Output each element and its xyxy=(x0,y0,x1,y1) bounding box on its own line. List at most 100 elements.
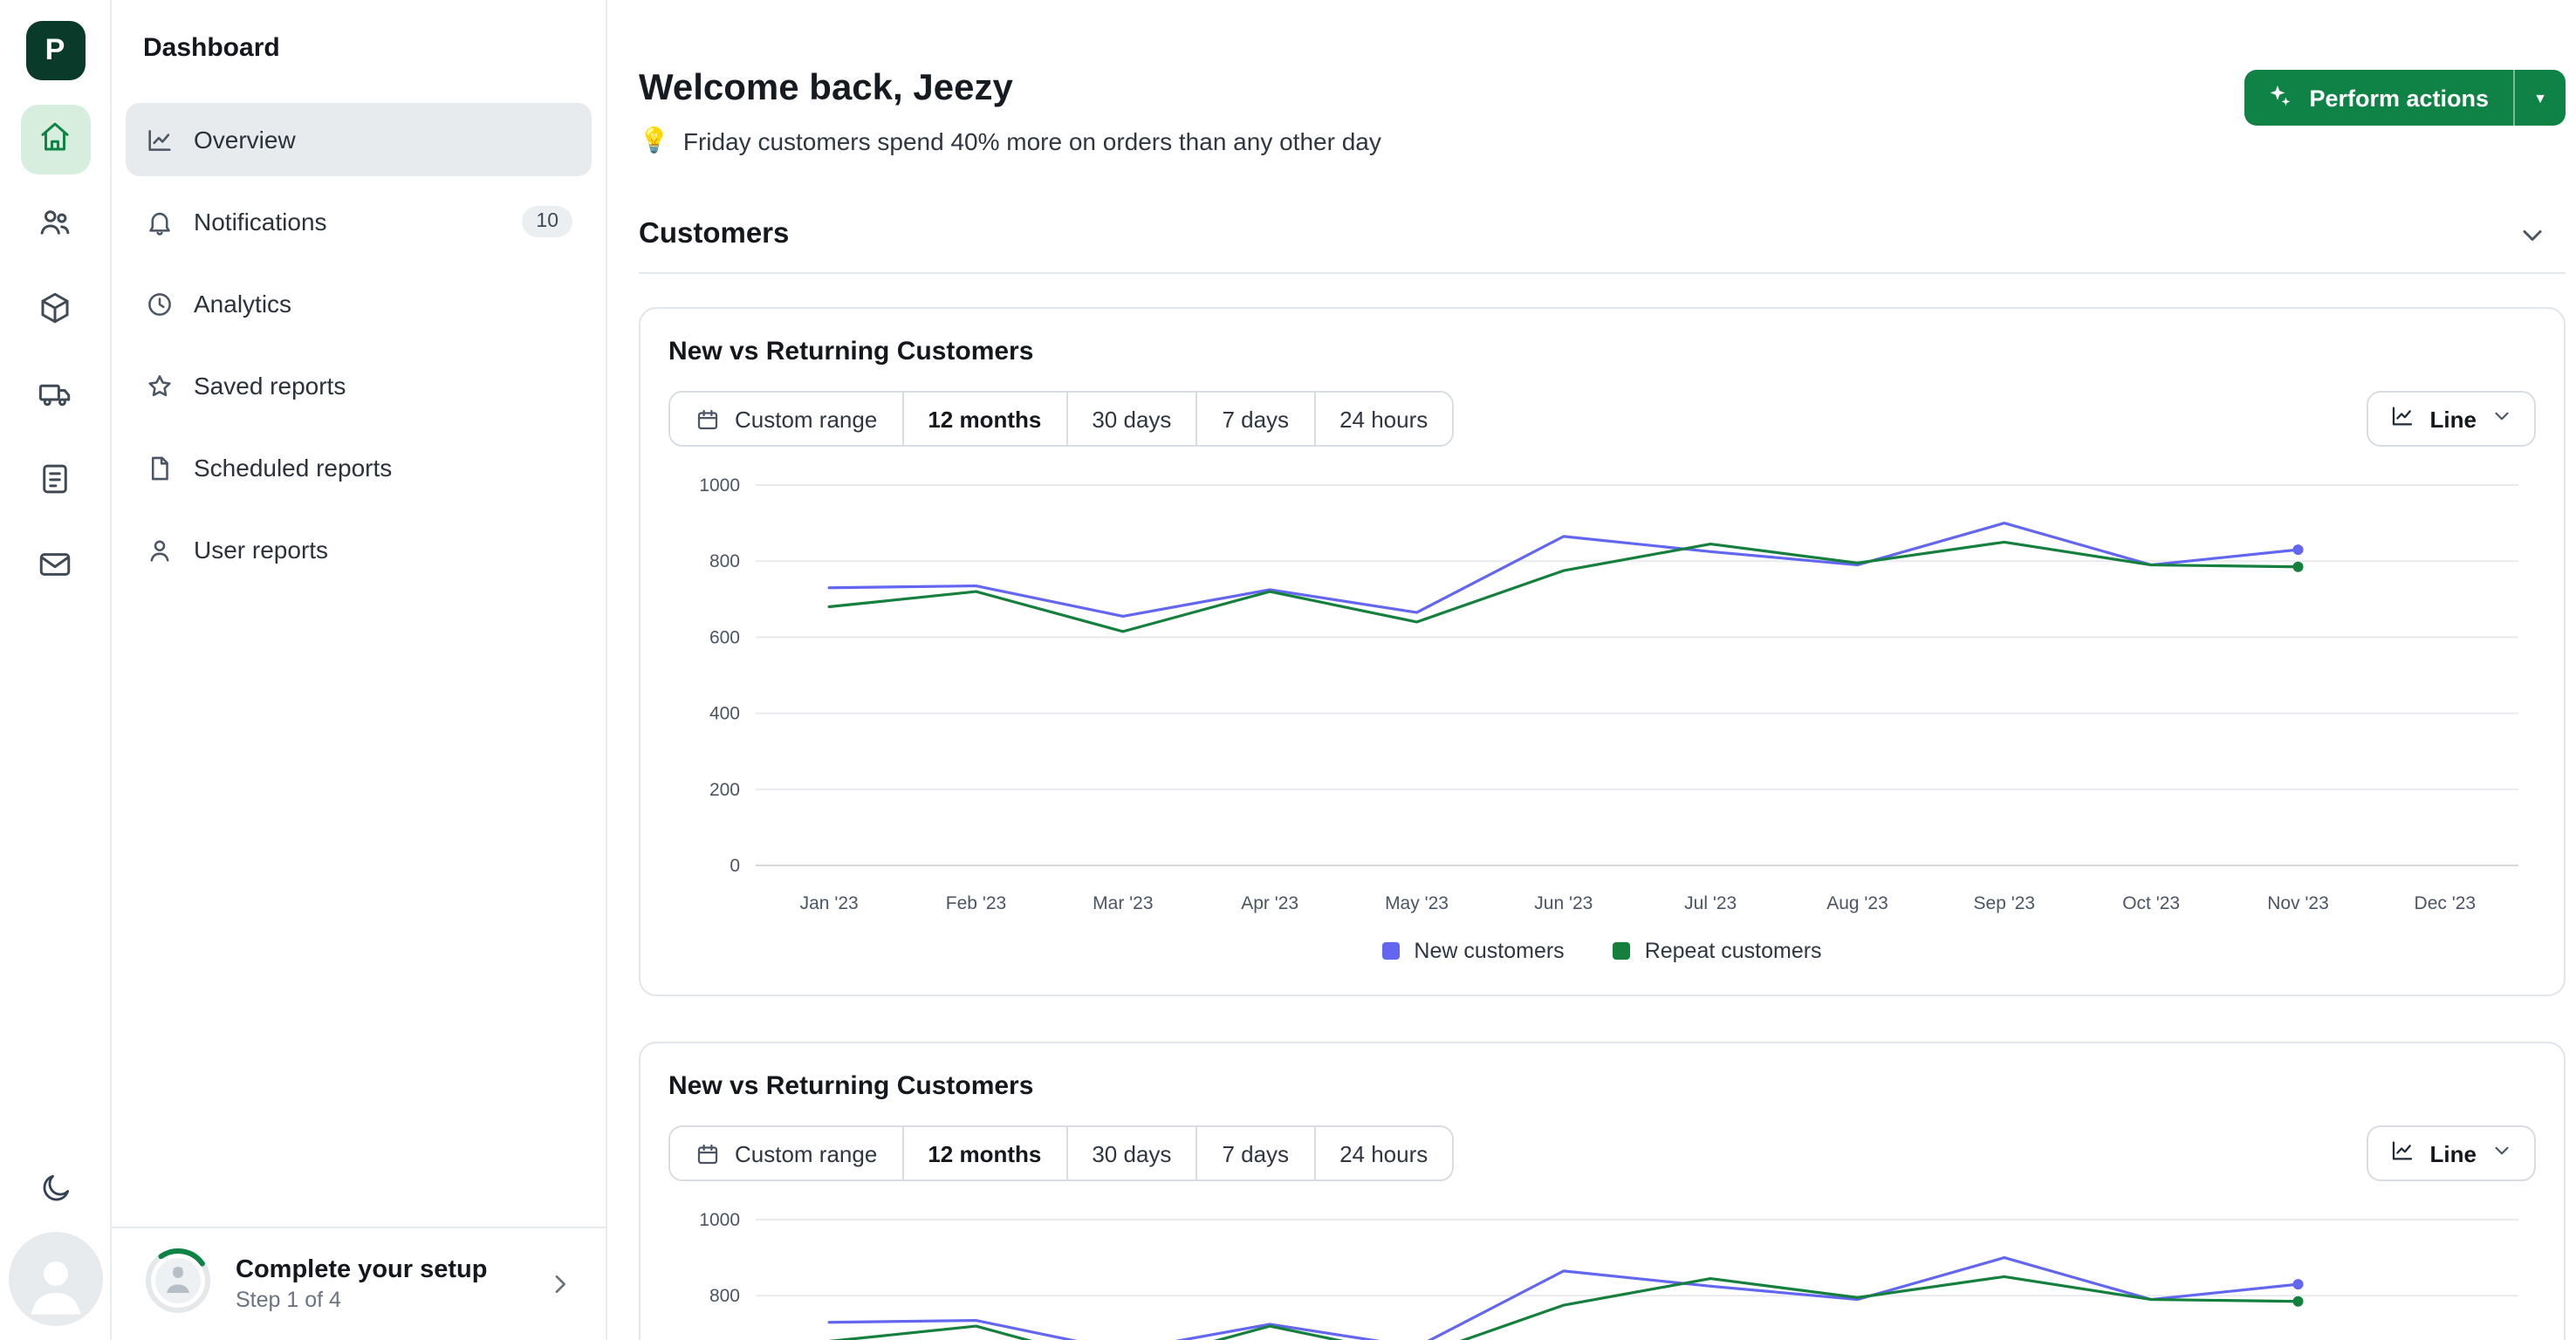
chevron-down-icon[interactable] xyxy=(2517,219,2548,250)
rail-item-messages[interactable] xyxy=(20,532,90,602)
sidebar-item-label: Overview xyxy=(194,126,296,154)
legend-swatch xyxy=(1382,942,1400,960)
perform-actions-split-button: Perform actions ▼ xyxy=(2244,70,2566,126)
range-label: 12 months xyxy=(928,1140,1041,1166)
chart-type-select[interactable]: Line xyxy=(2367,1125,2536,1181)
sidebar-item-saved-reports[interactable]: Saved reports xyxy=(126,349,592,422)
line-chart: 02004006008001000Jan '23Feb '23Mar '23Ap… xyxy=(668,1199,2543,1340)
chart-type-select[interactable]: Line xyxy=(2367,391,2536,447)
rail-bottom xyxy=(0,1169,110,1326)
caret-down-icon: ▼ xyxy=(2533,90,2547,106)
svg-text:Mar '23: Mar '23 xyxy=(1093,893,1153,913)
range-label: 24 hours xyxy=(1339,1140,1428,1166)
insight-tip-text: Friday customers spend 40% more on order… xyxy=(683,126,1381,154)
setup-progress-card[interactable]: Complete your setup Step 1 of 4 xyxy=(112,1227,606,1340)
clock-icon xyxy=(145,289,175,318)
lightbulb-emoji: 💡 xyxy=(639,126,669,155)
chart-line-icon xyxy=(2390,403,2416,434)
sidebar-item-label: Scheduled reports xyxy=(194,454,392,482)
svg-text:May '23: May '23 xyxy=(1385,893,1449,913)
perform-actions-button[interactable]: Perform actions xyxy=(2244,70,2513,126)
chart-line-icon xyxy=(2390,1138,2416,1169)
app-logo[interactable]: P xyxy=(25,21,85,80)
card-controls: Custom range 12 months 30 days 7 days 24… xyxy=(668,1125,2536,1181)
rail-item-home[interactable] xyxy=(20,105,90,174)
rail-nav xyxy=(20,105,90,602)
calendar-icon xyxy=(695,1140,721,1166)
file-icon xyxy=(145,453,175,482)
calendar-icon xyxy=(695,406,721,432)
chevron-down-icon xyxy=(2490,405,2513,433)
page-title: Welcome back, Jeezy xyxy=(639,66,1381,110)
sidebar-item-label: Analytics xyxy=(194,290,291,318)
card-title: New vs Returning Customers xyxy=(668,1071,2536,1101)
sidebar-item-scheduled-reports[interactable]: Scheduled reports xyxy=(126,431,592,504)
svg-text:1000: 1000 xyxy=(699,1210,740,1230)
range-custom[interactable]: Custom range xyxy=(670,393,903,445)
star-icon xyxy=(145,371,175,400)
sidebar-item-label: User reports xyxy=(194,536,328,564)
notes-icon xyxy=(37,461,73,502)
setup-step: Step 1 of 4 xyxy=(236,1288,487,1312)
sidebar-item-overview[interactable]: Overview xyxy=(126,103,592,176)
notifications-count-badge: 10 xyxy=(522,206,572,237)
sidebar-item-analytics[interactable]: Analytics xyxy=(126,267,592,340)
svg-text:Feb '23: Feb '23 xyxy=(946,893,1006,913)
range-custom[interactable]: Custom range xyxy=(670,1127,903,1179)
setup-texts: Complete your setup Step 1 of 4 xyxy=(236,1256,487,1312)
chevron-down-icon xyxy=(2490,1139,2513,1167)
sidebar-title: Dashboard xyxy=(112,0,606,63)
setup-progress-ring xyxy=(143,1245,213,1323)
svg-text:Nov '23: Nov '23 xyxy=(2267,893,2329,913)
chart-line-icon xyxy=(145,125,175,154)
perform-actions-dropdown[interactable]: ▼ xyxy=(2513,70,2566,126)
insight-tip: 💡 Friday customers spend 40% more on ord… xyxy=(639,126,1381,155)
app-window: P xyxy=(0,0,2576,1340)
range-12-months[interactable]: 12 months xyxy=(903,393,1067,445)
svg-text:400: 400 xyxy=(709,704,740,724)
dark-mode-toggle[interactable] xyxy=(34,1169,76,1211)
date-range-control: Custom range 12 months 30 days 7 days 24… xyxy=(668,1125,1454,1181)
svg-text:Jun '23: Jun '23 xyxy=(1534,893,1593,913)
legend-label: Repeat customers xyxy=(1645,939,1822,963)
range-24-hours[interactable]: 24 hours xyxy=(1315,1127,1452,1179)
svg-text:Sep '23: Sep '23 xyxy=(1974,893,2036,913)
sidebar-item-label: Notifications xyxy=(194,208,327,236)
svg-text:Apr '23: Apr '23 xyxy=(1241,893,1298,913)
svg-text:600: 600 xyxy=(709,628,740,648)
customers-section-header[interactable]: Customers xyxy=(639,218,2566,274)
range-24-hours[interactable]: 24 hours xyxy=(1315,393,1452,445)
rail-item-products[interactable] xyxy=(20,276,90,345)
chart-type-label: Line xyxy=(2430,1140,2477,1166)
rail-item-customers[interactable] xyxy=(20,190,90,260)
range-30-days[interactable]: 30 days xyxy=(1067,1127,1197,1179)
svg-text:1000: 1000 xyxy=(699,475,740,496)
perform-actions-label: Perform actions xyxy=(2309,85,2489,111)
range-label: 7 days xyxy=(1222,406,1289,432)
sidebar-item-user-reports[interactable]: User reports xyxy=(126,513,592,586)
users-icon xyxy=(37,204,73,246)
sidebar-item-notifications[interactable]: Notifications 10 xyxy=(126,185,592,258)
rail-item-reports[interactable] xyxy=(20,447,90,516)
svg-text:Oct '23: Oct '23 xyxy=(2122,893,2180,913)
range-label: 7 days xyxy=(1222,1140,1289,1166)
range-label: 12 months xyxy=(928,406,1041,432)
person-icon xyxy=(20,1248,90,1326)
svg-text:Jul '23: Jul '23 xyxy=(1684,893,1737,913)
svg-text:800: 800 xyxy=(709,552,740,572)
svg-text:Jan '23: Jan '23 xyxy=(800,893,859,913)
range-7-days[interactable]: 7 days xyxy=(1197,393,1315,445)
range-30-days[interactable]: 30 days xyxy=(1067,393,1197,445)
range-12-months[interactable]: 12 months xyxy=(903,1127,1067,1179)
chart-card: New vs Returning Customers Custom range … xyxy=(639,307,2566,996)
user-icon xyxy=(145,535,175,564)
legend-swatch xyxy=(1613,942,1631,960)
home-icon xyxy=(37,119,73,161)
range-7-days[interactable]: 7 days xyxy=(1197,1127,1315,1179)
icon-rail: P xyxy=(0,0,112,1340)
sidebar: Dashboard Overview Notifications 10 Anal… xyxy=(112,0,607,1340)
legend-label: New customers xyxy=(1414,939,1564,963)
svg-text:Aug '23: Aug '23 xyxy=(1826,893,1888,913)
user-avatar[interactable] xyxy=(8,1232,102,1326)
rail-item-shipping[interactable] xyxy=(20,361,90,431)
